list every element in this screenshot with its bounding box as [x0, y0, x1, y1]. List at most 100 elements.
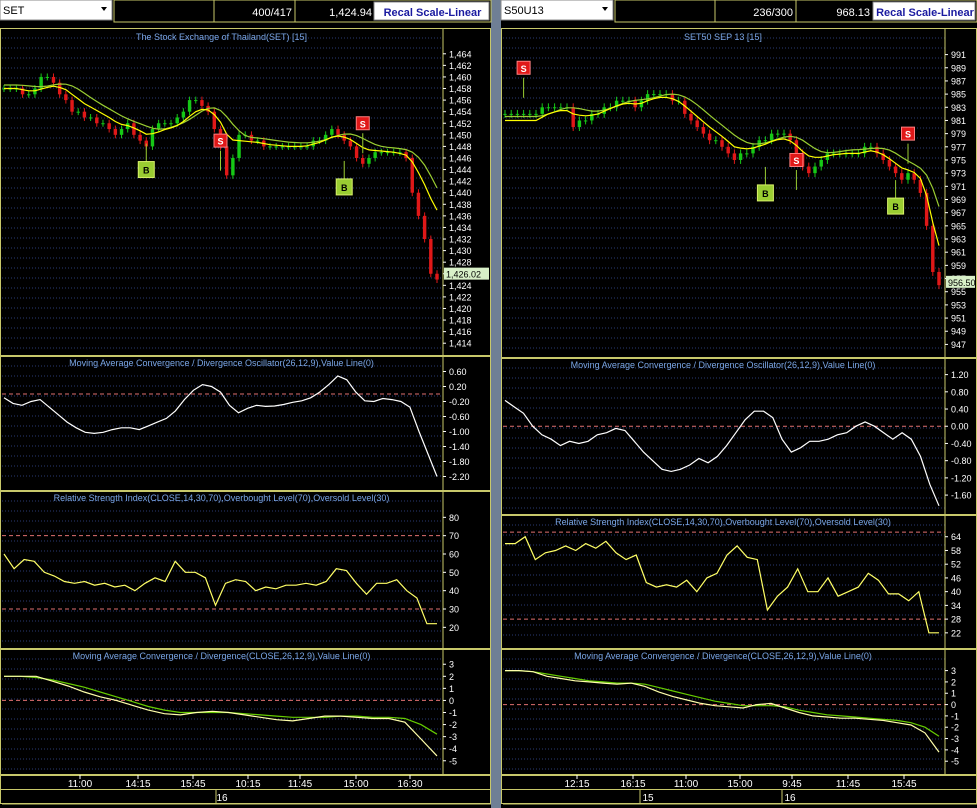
candle-body	[658, 94, 662, 96]
candle-body	[714, 140, 718, 142]
candle-body	[274, 146, 278, 148]
rsi-title: Relative Strength Index(CLOSE,14,30,70),…	[54, 493, 390, 503]
y-tick-label: 1,424	[449, 281, 472, 291]
y-tick-label: 1,456	[449, 96, 472, 106]
candle-body	[336, 129, 340, 135]
candle-body	[887, 159, 892, 167]
candle-body	[695, 120, 699, 128]
candle-body	[552, 107, 557, 109]
y-tick-label: 1,446	[449, 153, 472, 163]
buy-signal-label: B	[341, 183, 348, 193]
y-tick-label: -0.80	[951, 456, 972, 466]
y-tick-label: 983	[951, 103, 966, 113]
y-tick-label: 1,464	[449, 49, 472, 59]
candle-body	[367, 157, 371, 164]
candle-body	[416, 192, 421, 216]
candle-body	[150, 129, 155, 147]
y-tick-label: -2.20	[449, 472, 470, 482]
y-tick-label: 0.40	[951, 405, 969, 415]
candle-body	[807, 166, 811, 174]
last-price-tag-label: 1,426.02	[446, 270, 481, 280]
macd-title: Moving Average Convergence / Divergence(…	[73, 651, 371, 661]
date-label: 16	[216, 793, 228, 804]
y-tick-label: 963	[951, 235, 966, 245]
y-tick-label: 1,430	[449, 246, 472, 256]
macd-line	[4, 675, 438, 757]
sell-signal-label: S	[360, 119, 366, 129]
y-tick-label: 0.80	[951, 387, 969, 397]
y-tick-label: -1.60	[951, 491, 972, 501]
y-tick-label: -3	[449, 732, 457, 742]
candle-body	[95, 117, 99, 124]
candle-body	[237, 134, 241, 158]
y-tick-label: 0	[951, 700, 956, 710]
candle-body	[528, 113, 532, 115]
date-label: 15	[642, 793, 654, 804]
candle-body	[354, 146, 359, 158]
last-price-tag-label: 956.50	[948, 278, 976, 288]
y-tick-label: 1,452	[449, 119, 472, 129]
x-tick-label: 15:00	[343, 779, 368, 790]
candle-body	[583, 120, 588, 122]
candle-body	[621, 100, 625, 102]
buy-signal-label: B	[143, 166, 150, 176]
sell-signal-label: S	[905, 130, 911, 140]
y-tick-label: 1,450	[449, 130, 472, 140]
date-label: 16	[784, 793, 796, 804]
y-tick-label: -4	[449, 744, 457, 754]
x-tick-label: 14:15	[125, 779, 150, 790]
candle-body	[900, 173, 904, 180]
y-tick-label: -2	[449, 720, 457, 730]
candle-body	[373, 152, 377, 158]
candle-body	[33, 88, 37, 95]
candle-body	[27, 94, 31, 96]
y-tick-label: 1	[449, 684, 454, 694]
y-tick-label: 22	[951, 628, 961, 638]
y-tick-label: 3	[449, 660, 454, 670]
y-tick-label: 969	[951, 195, 966, 205]
candle-body	[64, 94, 68, 101]
candle-body	[255, 140, 260, 142]
y-tick-label: 1,420	[449, 304, 472, 314]
y-tick-label: 985	[951, 90, 966, 100]
y-tick-label: -1	[951, 711, 959, 721]
y-tick-label: -4	[951, 745, 959, 755]
rsi-title: Relative Strength Index(CLOSE,14,30,70),…	[555, 517, 891, 527]
rsi-line	[3, 553, 437, 625]
candle-body	[224, 146, 229, 176]
candle-body	[348, 140, 353, 147]
candle-body	[546, 107, 551, 109]
price-chart-title: The Stock Exchange of Thailand(SET) [15]	[136, 32, 307, 42]
y-tick-label: 1,440	[449, 188, 472, 198]
candle-body	[268, 146, 272, 148]
candle-body	[70, 100, 74, 112]
chart-canvas: SET 400/417 1,424.94 Recal Scale-Linear The …	[0, 0, 977, 805]
candle-body	[51, 76, 56, 83]
macd-title: Moving Average Convergence / Divergence(…	[574, 651, 872, 661]
candle-body	[107, 123, 111, 130]
candle-body	[45, 76, 50, 78]
candle-body	[869, 146, 873, 148]
candle-body	[175, 117, 179, 124]
y-tick-label: 1,414	[449, 339, 472, 349]
candle-body	[330, 129, 334, 135]
x-tick-label: 15:45	[891, 779, 916, 790]
y-tick-label: 1,444	[449, 165, 472, 175]
candle-body	[379, 152, 384, 154]
y-tick-label: 977	[951, 142, 966, 152]
y-tick-label: -1.00	[449, 427, 470, 437]
moving-average-fast-line	[505, 96, 940, 246]
candle-body	[763, 140, 768, 142]
oscillator-title: Moving Average Convergence / Divergence …	[571, 360, 876, 370]
y-tick-label: -0.40	[951, 439, 972, 449]
last-price: 968.13	[836, 7, 870, 19]
buy-signal-label: B	[762, 189, 769, 199]
y-tick-label: 1,438	[449, 200, 472, 210]
osc-panel-frame	[0, 356, 491, 491]
y-tick-label: 1,418	[449, 316, 472, 326]
sell-signal-label: S	[793, 156, 799, 166]
y-tick-label: -3	[951, 734, 959, 744]
y-tick-label: 20	[449, 623, 459, 633]
y-tick-label: 46	[951, 573, 961, 583]
osc-panel-frame	[501, 358, 977, 515]
